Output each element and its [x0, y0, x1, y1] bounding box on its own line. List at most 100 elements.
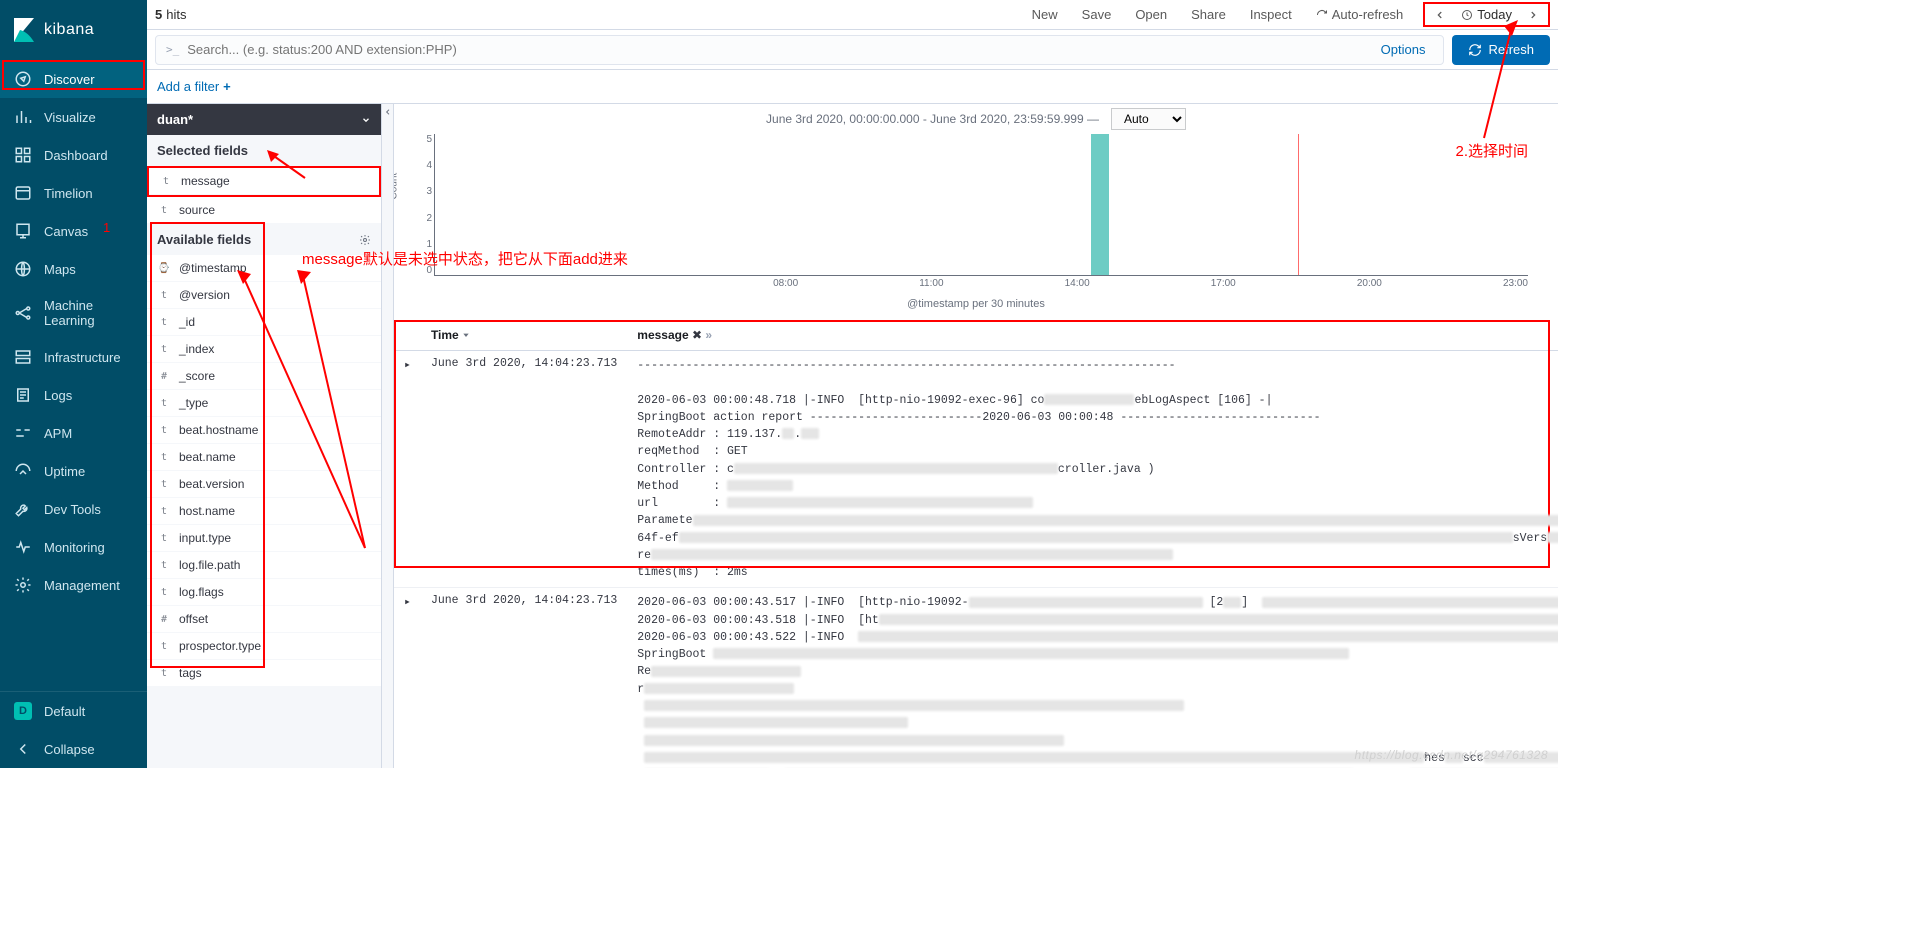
available-fields-title: Available fields — [147, 224, 381, 255]
nav-label: Machine Learning — [44, 298, 133, 328]
interval-select[interactable]: Auto — [1111, 108, 1186, 130]
expand-row-button[interactable]: ▸ — [394, 588, 421, 768]
apm-icon — [14, 424, 32, 442]
arrow-left-icon — [14, 740, 32, 758]
field-@timestamp[interactable]: ⌚@timestamp — [147, 255, 381, 282]
logs-icon — [14, 386, 32, 404]
topbar-new[interactable]: New — [1028, 7, 1062, 22]
nav-devtools[interactable]: Dev Tools — [0, 490, 147, 528]
clock-icon — [1461, 9, 1473, 21]
time-prev-button[interactable] — [1427, 8, 1453, 22]
add-filter-button[interactable]: Add a filter + — [157, 79, 231, 94]
index-pattern-name: duan* — [157, 112, 193, 127]
field-message[interactable]: tmessage — [149, 168, 379, 195]
nav-collapse[interactable]: Collapse — [0, 730, 147, 768]
default-badge-icon: D — [14, 702, 32, 720]
time-next-button[interactable] — [1520, 8, 1546, 22]
search-options[interactable]: Options — [1369, 42, 1438, 57]
nav-logs[interactable]: Logs — [0, 376, 147, 414]
nav-dashboard[interactable]: Dashboard — [0, 136, 147, 174]
field-source[interactable]: tsource — [147, 197, 381, 224]
gear-icon — [14, 576, 32, 594]
nav-label: Uptime — [44, 464, 85, 479]
chevron-down-icon — [361, 115, 371, 125]
globe-icon — [14, 260, 32, 278]
field-_type[interactable]: t_type — [147, 390, 381, 417]
field-_index[interactable]: t_index — [147, 336, 381, 363]
collapse-handle[interactable] — [382, 104, 394, 768]
nav-canvas[interactable]: Canvas — [0, 212, 147, 250]
histogram-cursor — [1298, 134, 1299, 275]
topbar-open[interactable]: Open — [1131, 7, 1171, 22]
remove-col-icon[interactable]: ✖ — [692, 328, 702, 342]
index-pattern-selector[interactable]: duan* — [147, 104, 381, 135]
field-log-flags[interactable]: tlog.flags — [147, 579, 381, 606]
field-beat-name[interactable]: tbeat.name — [147, 444, 381, 471]
nav-visualize[interactable]: Visualize — [0, 98, 147, 136]
field-beat-hostname[interactable]: tbeat.hostname — [147, 417, 381, 444]
field-@version[interactable]: t@version — [147, 282, 381, 309]
nav-label: Monitoring — [44, 540, 105, 555]
nav-label: Management — [44, 578, 120, 593]
search-input-wrap[interactable]: >_ Options — [155, 35, 1444, 65]
topbar: 5 hits New Save Open Share Inspect Auto-… — [147, 0, 1558, 30]
field-host-name[interactable]: thost.name — [147, 498, 381, 525]
nav-uptime[interactable]: Uptime — [0, 452, 147, 490]
chevron-left-icon — [1435, 10, 1445, 20]
gear-icon[interactable] — [359, 234, 371, 246]
cell-time: June 3rd 2020, 14:04:23.713 — [421, 588, 627, 768]
nav-default[interactable]: DDefault — [0, 692, 147, 730]
nav-label: Infrastructure — [44, 350, 121, 365]
nav-infrastructure[interactable]: Infrastructure — [0, 338, 147, 376]
refresh-icon — [1316, 9, 1328, 21]
cell-time: June 3rd 2020, 14:04:23.713 — [421, 351, 627, 588]
uptime-icon — [14, 462, 32, 480]
nav-monitoring[interactable]: Monitoring — [0, 528, 147, 566]
histogram[interactable]: Count 543210 08:00 11:00 14:00 17:00 20:… — [434, 134, 1528, 294]
logo-area[interactable]: kibana — [0, 0, 147, 60]
nav-management[interactable]: Management — [0, 566, 147, 604]
nav-discover[interactable]: Discover — [0, 60, 147, 98]
col-message[interactable]: message ✖ » — [627, 320, 1558, 351]
nav-apm[interactable]: APM — [0, 414, 147, 452]
cell-message: 2020-06-03 00:00:43.517 |-INFO [http-nio… — [627, 588, 1558, 768]
hits-label: hits — [166, 7, 186, 22]
time-range-text: June 3rd 2020, 00:00:00.000 - June 3rd 2… — [766, 112, 1099, 126]
col-time[interactable]: Time — [421, 320, 627, 351]
prompt-icon: >_ — [166, 43, 179, 56]
topbar-save[interactable]: Save — [1078, 7, 1116, 22]
field-input-type[interactable]: tinput.type — [147, 525, 381, 552]
chevron-left-icon — [384, 108, 392, 116]
move-col-icon[interactable]: » — [705, 328, 712, 342]
chevron-right-icon — [1528, 10, 1538, 20]
time-range-button[interactable]: Today — [1453, 5, 1520, 24]
topbar-autorefresh[interactable]: Auto-refresh — [1312, 7, 1408, 22]
nav-items: Discover Visualize Dashboard Timelion Ca… — [0, 60, 147, 691]
field-_id[interactable]: t_id — [147, 309, 381, 336]
nav-label: Discover — [44, 72, 95, 87]
field-log-file-path[interactable]: tlog.file.path — [147, 552, 381, 579]
hits-count: 5 — [155, 7, 162, 22]
nav-maps[interactable]: Maps — [0, 250, 147, 288]
type-text-icon: t — [157, 205, 171, 216]
nav-label: Maps — [44, 262, 76, 277]
field-_score[interactable]: #_score — [147, 363, 381, 390]
x-axis-ticks: 08:00 11:00 14:00 17:00 20:00 23:00 — [434, 278, 1528, 294]
refresh-button[interactable]: Refresh — [1452, 35, 1550, 65]
nav-timelion[interactable]: Timelion — [0, 174, 147, 212]
expand-row-button[interactable]: ▸ — [394, 351, 421, 588]
histogram-header: June 3rd 2020, 00:00:00.000 - June 3rd 2… — [394, 104, 1558, 134]
field-beat-version[interactable]: tbeat.version — [147, 471, 381, 498]
nav-label: Timelion — [44, 186, 93, 201]
doc-table: Time message ✖ » source ▸June 3rd 2020, … — [394, 320, 1558, 768]
field-prospector-type[interactable]: tprospector.type — [147, 633, 381, 660]
field-offset[interactable]: #offset — [147, 606, 381, 633]
nav-ml[interactable]: Machine Learning — [0, 288, 147, 338]
topbar-inspect[interactable]: Inspect — [1246, 7, 1296, 22]
histogram-bar[interactable] — [1091, 134, 1109, 275]
topbar-share[interactable]: Share — [1187, 7, 1230, 22]
compass-icon — [14, 70, 32, 88]
server-icon — [14, 348, 32, 366]
field-tags[interactable]: ttags — [147, 660, 381, 687]
search-input[interactable] — [187, 42, 1433, 57]
